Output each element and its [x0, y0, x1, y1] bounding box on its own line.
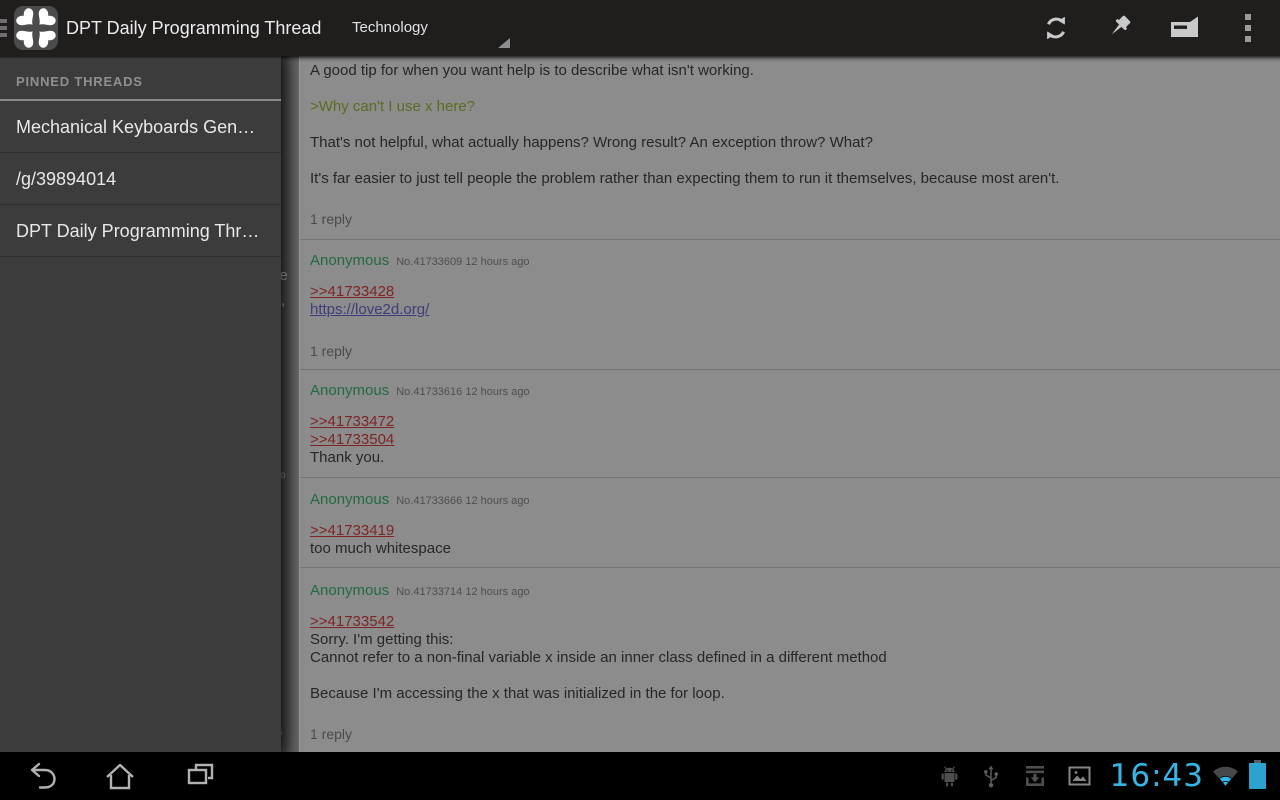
poster-name: Anonymous	[310, 582, 389, 599]
poster-name: Anonymous	[310, 382, 389, 399]
home-button[interactable]	[88, 752, 152, 800]
clock[interactable]: 16:43	[1110, 752, 1204, 800]
post: Anonymous No.41733666 12 hours ago >>4173…	[300, 478, 1280, 568]
recents-button[interactable]	[168, 752, 232, 800]
post-meta: No.41733666 12 hours ago	[396, 495, 529, 507]
page-title: DPT Daily Programming Thread	[66, 0, 321, 56]
post-meta: No.41733714 12 hours ago	[396, 586, 529, 598]
poster-name: Anonymous	[310, 252, 389, 269]
post-text-line: A good tip for when you want help is to …	[310, 62, 1268, 80]
poster-name: Anonymous	[310, 491, 389, 508]
pinned-thread-item[interactable]: Mechanical Keyboards Gen…	[0, 101, 281, 153]
recents-icon	[183, 760, 217, 792]
post-text-line: That's not helpful, what actually happen…	[310, 134, 1268, 152]
back-button[interactable]	[10, 752, 74, 800]
overflow-menu-button[interactable]	[1216, 0, 1280, 56]
pin-thread-button[interactable]	[1088, 0, 1152, 56]
reply-icon	[1169, 15, 1199, 41]
replies-link[interactable]: 1 reply	[310, 342, 1268, 360]
clover-icon	[14, 6, 58, 50]
occluded-text-fragment: ,	[281, 292, 285, 309]
back-icon	[25, 760, 59, 792]
replies-link[interactable]: 1 reply	[310, 725, 1268, 743]
post-header: Anonymous No.41733609 12 hours ago	[310, 252, 1268, 271]
pin-icon	[1105, 13, 1135, 43]
post-text-line: It's far easier to just tell people the …	[310, 170, 1268, 188]
quote-link[interactable]: >>41733504	[310, 431, 1268, 449]
battery-icon[interactable]	[1242, 763, 1272, 789]
action-bar-buttons	[1024, 0, 1280, 56]
clover-app-icon[interactable]	[14, 6, 58, 50]
status-area: 16:43	[930, 752, 1272, 800]
usb-icon[interactable]	[970, 765, 1012, 788]
screen: A good tip for when you want help is to …	[0, 0, 1280, 800]
pinned-thread-item[interactable]: DPT Daily Programming Thr…	[0, 205, 281, 257]
post-body: A good tip for when you want help is to …	[310, 62, 1268, 188]
spinner-corner-icon	[498, 38, 510, 48]
quote-link[interactable]: >>41733428	[310, 283, 1268, 301]
download-icon[interactable]	[1012, 765, 1058, 788]
screenshot-icon[interactable]	[1058, 766, 1102, 786]
post-body: >>41733542Sorry. I'm getting this:Cannot…	[310, 613, 1268, 703]
wifi-icon[interactable]	[1208, 766, 1242, 787]
quote-link[interactable]: >>41733472	[310, 413, 1268, 431]
post-header: Anonymous No.41733714 12 hours ago	[310, 582, 1268, 601]
overflow-menu-icon	[1244, 13, 1252, 43]
reply-button[interactable]	[1152, 0, 1216, 56]
post-text-line: Sorry. I'm getting this:	[310, 631, 1268, 649]
post-text-line: Cannot refer to a non-final variable x i…	[310, 649, 1268, 667]
system-bar: 16:43	[0, 752, 1280, 800]
post-header: Anonymous No.41733666 12 hours ago	[310, 491, 1268, 510]
pinned-thread-item[interactable]: /g/39894014	[0, 153, 281, 205]
pinned-threads-drawer: PINNED THREADS Mechanical Keyboards Gen……	[0, 56, 281, 752]
refresh-button[interactable]	[1024, 0, 1088, 56]
url-link[interactable]: https://love2d.org/	[310, 301, 1268, 319]
greentext-line: >Why can't I use x here?	[310, 98, 1268, 116]
android-debug-icon[interactable]	[930, 766, 970, 787]
post-header: Anonymous No.41733616 12 hours ago	[310, 382, 1268, 401]
quote-link[interactable]: >>41733419	[310, 522, 1268, 540]
post-body: >>41733428https://love2d.org/	[310, 283, 1268, 319]
replies-link[interactable]: 1 reply	[310, 210, 1268, 228]
post-text-line: too much whitespace	[310, 540, 1268, 558]
quote-link[interactable]: >>41733542	[310, 613, 1268, 631]
post-meta: No.41733609 12 hours ago	[396, 256, 529, 268]
board-selector-dropdown[interactable]: Technology	[336, 0, 512, 56]
post: Anonymous No.41733609 12 hours ago >>4173…	[300, 240, 1280, 370]
post-meta: No.41733616 12 hours ago	[396, 386, 529, 398]
home-icon	[103, 760, 137, 792]
action-bar: DPT Daily Programming Thread Technology	[0, 0, 1280, 56]
post-list[interactable]: A good tip for when you want help is to …	[300, 56, 1280, 752]
refresh-icon	[1042, 14, 1070, 42]
post-text-line: Thank you.	[310, 449, 1268, 467]
post: A good tip for when you want help is to …	[300, 56, 1280, 240]
background-pane-strip	[281, 56, 299, 752]
post-body: >>41733419too much whitespace	[310, 522, 1268, 558]
post-text-line: Because I'm accessing the x that was ini…	[310, 685, 1268, 703]
post: Anonymous No.41733714 12 hours ago >>4173…	[300, 568, 1280, 752]
board-selector-value: Technology	[352, 0, 428, 56]
drawer-handle-icon[interactable]	[0, 19, 7, 41]
post: Anonymous No.41733616 12 hours ago >>4173…	[300, 370, 1280, 478]
post-body: >>41733472>>41733504Thank you.	[310, 413, 1268, 467]
drawer-header: PINNED THREADS	[0, 56, 281, 101]
